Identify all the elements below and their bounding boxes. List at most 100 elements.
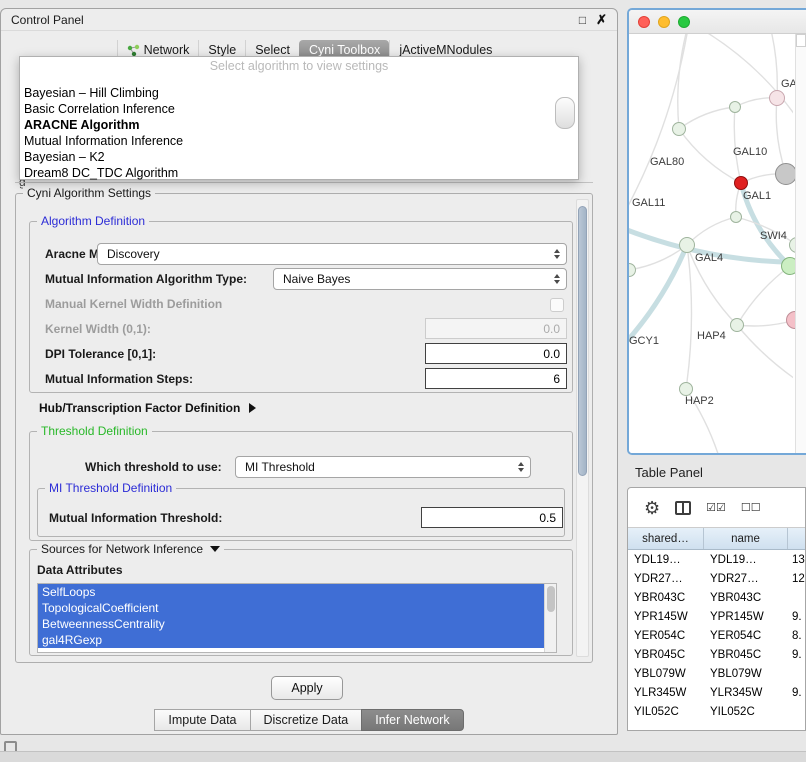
control-panel-titlebar: Control Panel □ ✗: [1, 9, 617, 31]
list-scrollbar-thumb[interactable]: [547, 586, 555, 612]
table-row[interactable]: YIL052C YIL052C: [628, 702, 805, 721]
graph-node[interactable]: [729, 101, 741, 113]
hub-definition-expander[interactable]: Hub/Transcription Factor Definition: [39, 401, 256, 415]
data-attributes-list[interactable]: SelfLoops TopologicalCoefficient Between…: [37, 583, 557, 653]
graph-node[interactable]: [672, 122, 686, 136]
network-vertical-scrollbar[interactable]: [795, 34, 806, 453]
dropdown-item[interactable]: Dream8 DC_TDC Algorithm: [20, 165, 578, 181]
table-row[interactable]: YBR045C YBR045C 9.: [628, 645, 805, 664]
table-row[interactable]: YDL19… YDL19… 13: [628, 550, 805, 569]
graph-node[interactable]: [679, 382, 693, 396]
graph-node[interactable]: [629, 263, 636, 277]
bottom-tab[interactable]: Impute Data: [154, 709, 249, 731]
table-row[interactable]: YPR145W YPR145W 9.: [628, 607, 805, 626]
table-row[interactable]: YDR27… YDR27… 12: [628, 569, 805, 588]
aracne-mode-select[interactable]: Discovery: [97, 243, 567, 265]
caret-down-icon: [210, 546, 220, 552]
which-threshold-value: MI Threshold: [245, 460, 315, 474]
column-header-shared-name[interactable]: shared…: [628, 528, 704, 549]
settings-scrollbar[interactable]: [576, 199, 589, 657]
deselect-all-checkboxes-icon[interactable]: ☐☐: [741, 501, 761, 514]
disclosure-right-icon: [249, 403, 256, 413]
graph-node[interactable]: [769, 90, 785, 106]
apply-button-label: Apply: [291, 681, 322, 695]
table-row[interactable]: YLR345W YLR345W 9.: [628, 683, 805, 702]
graph-node[interactable]: [775, 163, 795, 185]
graph-node-label: GCY1: [629, 335, 659, 347]
graph-node[interactable]: [781, 257, 795, 275]
list-item[interactable]: TopologicalCoefficient: [38, 600, 544, 616]
aracne-mode-value: Discovery: [107, 247, 160, 261]
dropdown-item-list: Bayesian – Hill Climbing Basic Correlati…: [20, 85, 578, 181]
graph-node[interactable]: [734, 176, 748, 190]
cell-shared-name: YER054C: [628, 630, 704, 642]
close-window-icon[interactable]: ✗: [596, 12, 607, 28]
columns-icon[interactable]: [675, 501, 691, 515]
mi-threshold-label: Mutual Information Threshold:: [49, 511, 222, 525]
dropdown-item[interactable]: Bayesian – K2: [20, 149, 578, 165]
manual-kernel-width-checkbox[interactable]: [550, 298, 564, 312]
dropdown-item[interactable]: ARACNE Algorithm: [20, 117, 578, 133]
graph-node[interactable]: [679, 237, 695, 253]
column-header-cut[interactable]: [788, 528, 805, 549]
bottom-tab[interactable]: Discretize Data: [250, 709, 362, 731]
dropdown-item-label: Dream8 DC_TDC Algorithm: [24, 166, 178, 180]
list-item[interactable]: gal4RGexp: [38, 632, 544, 648]
table-row[interactable]: YER054C YER054C 8.: [628, 626, 805, 645]
mi-steps-input[interactable]: 6: [425, 368, 567, 389]
dropdown-item[interactable]: Basic Correlation Inference: [20, 101, 578, 117]
table-row[interactable]: YBR043C YBR043C: [628, 588, 805, 607]
apply-button[interactable]: Apply: [271, 676, 343, 700]
settings-group-title: Cyni Algorithm Settings: [23, 186, 155, 200]
cell-shared-name: YDL19…: [628, 554, 704, 566]
dropdown-item-label: Mutual Information Inference: [24, 134, 183, 148]
sources-group-title[interactable]: Sources for Network Inference: [37, 542, 224, 556]
list-item[interactable]: SelfLoops: [38, 584, 544, 600]
list-item-label: SelfLoops: [42, 585, 95, 599]
algorithm-definition-title: Algorithm Definition: [37, 214, 149, 228]
close-window-icon[interactable]: [638, 16, 650, 28]
table-body: YDL19… YDL19… 13 YDR27… YDR27… 12 YBR043…: [628, 550, 805, 730]
list-item[interactable]: BetweennessCentrality: [38, 616, 544, 632]
mi-algorithm-type-select[interactable]: Naive Bayes: [273, 268, 567, 290]
dropdown-item[interactable]: Bayesian – Hill Climbing: [20, 85, 578, 101]
column-header-name[interactable]: name: [704, 528, 788, 549]
tab-label: Style: [208, 43, 236, 57]
bottom-tab[interactable]: Infer Network: [361, 709, 463, 731]
cell-name: YDR27…: [704, 573, 788, 585]
graph-node[interactable]: [786, 311, 795, 329]
table-header-row: shared… name: [628, 528, 805, 550]
zoom-window-icon[interactable]: [678, 16, 690, 28]
cell-shared-name: YBL079W: [628, 668, 704, 680]
threshold-definition-title: Threshold Definition: [37, 424, 152, 438]
list-scrollbar[interactable]: [544, 584, 556, 652]
cell-value: 8.: [788, 630, 805, 642]
graph-node[interactable]: [730, 318, 744, 332]
mi-threshold-input[interactable]: 0.5: [421, 507, 563, 528]
which-threshold-select[interactable]: MI Threshold: [235, 456, 531, 478]
cell-value: 9.: [788, 649, 805, 661]
gear-icon[interactable]: ⚙: [644, 499, 660, 517]
cell-value: 9.: [788, 687, 805, 699]
network-window-titlebar: [629, 10, 806, 34]
dropdown-item-label: Bayesian – Hill Climbing: [24, 86, 159, 100]
dropdown-placeholder: Select algorithm to view settings: [20, 57, 578, 75]
network-canvas[interactable]: GAL80GALGAL10GAL11GAL1SWI4GAL4GCY1HAP4HA…: [629, 34, 795, 453]
table-row[interactable]: YBL079W YBL079W: [628, 664, 805, 683]
dropdown-item[interactable]: Mutual Information Inference: [20, 133, 578, 149]
graph-node-label: GAL11: [632, 197, 665, 209]
table-panel-title: Table Panel: [635, 465, 703, 480]
graph-node[interactable]: [730, 211, 742, 223]
settings-scrollbar-thumb[interactable]: [578, 206, 587, 476]
minimize-window-icon[interactable]: [658, 16, 670, 28]
cell-shared-name: YBR043C: [628, 592, 704, 604]
select-all-checkboxes-icon[interactable]: ☑☑: [706, 501, 726, 514]
dropdown-item-label: ARACNE Algorithm: [24, 118, 140, 132]
dpi-tolerance-input[interactable]: 0.0: [425, 343, 567, 364]
float-window-icon[interactable]: □: [579, 13, 586, 27]
kernel-width-input[interactable]: 0.0: [425, 318, 567, 339]
stepper-arrows-icon: [554, 249, 560, 259]
dropdown-scrollbar-thumb[interactable]: [555, 97, 575, 129]
hub-definition-label: Hub/Transcription Factor Definition: [39, 401, 240, 415]
desktop: Control Panel □ ✗: [0, 0, 806, 762]
